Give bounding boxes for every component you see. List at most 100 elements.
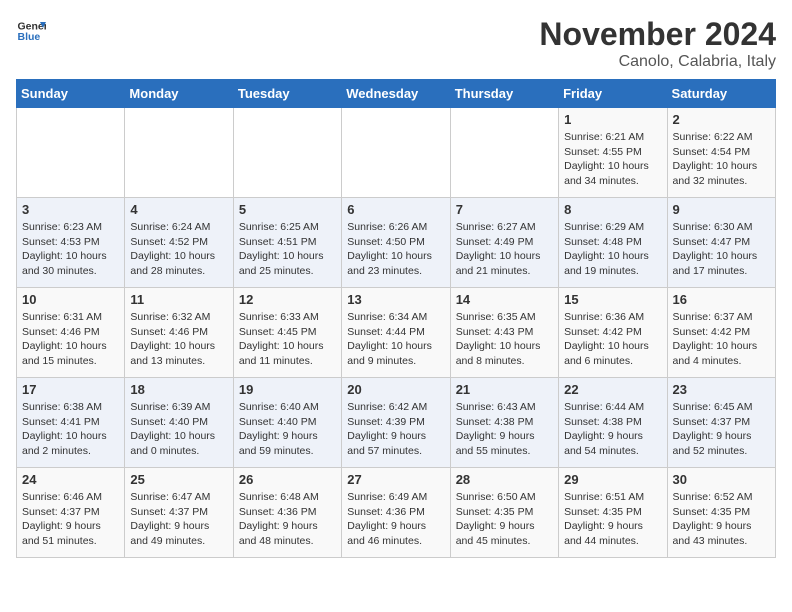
day-cell: 16 Sunrise: 6:37 AM Sunset: 4:42 PM Dayli… [667, 288, 775, 378]
day-number: 7 [456, 202, 553, 217]
header: General Blue November 2024 Canolo, Calab… [16, 16, 776, 71]
day-cell: 7 Sunrise: 6:27 AM Sunset: 4:49 PM Daylig… [450, 198, 558, 288]
weekday-header-tuesday: Tuesday [233, 80, 341, 108]
day-number: 23 [673, 382, 770, 397]
day-cell [125, 108, 233, 198]
day-number: 6 [347, 202, 444, 217]
day-number: 12 [239, 292, 336, 307]
day-cell: 19 Sunrise: 6:40 AM Sunset: 4:40 PM Dayli… [233, 378, 341, 468]
day-info: Sunrise: 6:33 AM Sunset: 4:45 PM Dayligh… [239, 310, 336, 369]
main-title: November 2024 [539, 16, 776, 53]
day-number: 15 [564, 292, 661, 307]
week-row-5: 24 Sunrise: 6:46 AM Sunset: 4:37 PM Dayli… [17, 468, 776, 558]
day-number: 22 [564, 382, 661, 397]
day-number: 14 [456, 292, 553, 307]
weekday-header-monday: Monday [125, 80, 233, 108]
day-number: 1 [564, 112, 661, 127]
day-number: 17 [22, 382, 119, 397]
day-info: Sunrise: 6:48 AM Sunset: 4:36 PM Dayligh… [239, 490, 336, 549]
day-number: 8 [564, 202, 661, 217]
day-cell: 15 Sunrise: 6:36 AM Sunset: 4:42 PM Dayli… [559, 288, 667, 378]
day-info: Sunrise: 6:25 AM Sunset: 4:51 PM Dayligh… [239, 220, 336, 279]
day-cell: 18 Sunrise: 6:39 AM Sunset: 4:40 PM Dayli… [125, 378, 233, 468]
day-cell: 9 Sunrise: 6:30 AM Sunset: 4:47 PM Daylig… [667, 198, 775, 288]
week-row-3: 10 Sunrise: 6:31 AM Sunset: 4:46 PM Dayli… [17, 288, 776, 378]
day-cell: 13 Sunrise: 6:34 AM Sunset: 4:44 PM Dayli… [342, 288, 450, 378]
day-cell: 29 Sunrise: 6:51 AM Sunset: 4:35 PM Dayli… [559, 468, 667, 558]
day-info: Sunrise: 6:42 AM Sunset: 4:39 PM Dayligh… [347, 400, 444, 459]
day-number: 29 [564, 472, 661, 487]
day-info: Sunrise: 6:37 AM Sunset: 4:42 PM Dayligh… [673, 310, 770, 369]
day-cell: 8 Sunrise: 6:29 AM Sunset: 4:48 PM Daylig… [559, 198, 667, 288]
day-number: 13 [347, 292, 444, 307]
day-info: Sunrise: 6:43 AM Sunset: 4:38 PM Dayligh… [456, 400, 553, 459]
day-info: Sunrise: 6:40 AM Sunset: 4:40 PM Dayligh… [239, 400, 336, 459]
day-cell: 5 Sunrise: 6:25 AM Sunset: 4:51 PM Daylig… [233, 198, 341, 288]
week-row-4: 17 Sunrise: 6:38 AM Sunset: 4:41 PM Dayli… [17, 378, 776, 468]
day-info: Sunrise: 6:36 AM Sunset: 4:42 PM Dayligh… [564, 310, 661, 369]
weekday-header-saturday: Saturday [667, 80, 775, 108]
day-cell: 25 Sunrise: 6:47 AM Sunset: 4:37 PM Dayli… [125, 468, 233, 558]
day-cell: 21 Sunrise: 6:43 AM Sunset: 4:38 PM Dayli… [450, 378, 558, 468]
day-cell: 23 Sunrise: 6:45 AM Sunset: 4:37 PM Dayli… [667, 378, 775, 468]
day-cell [342, 108, 450, 198]
day-number: 16 [673, 292, 770, 307]
day-number: 27 [347, 472, 444, 487]
day-info: Sunrise: 6:51 AM Sunset: 4:35 PM Dayligh… [564, 490, 661, 549]
day-cell: 20 Sunrise: 6:42 AM Sunset: 4:39 PM Dayli… [342, 378, 450, 468]
day-info: Sunrise: 6:27 AM Sunset: 4:49 PM Dayligh… [456, 220, 553, 279]
day-number: 10 [22, 292, 119, 307]
day-cell: 4Sunrise: 6:24 AM Sunset: 4:52 PM Daylig… [125, 198, 233, 288]
day-number: 19 [239, 382, 336, 397]
day-number: 4 [130, 202, 227, 217]
day-info: Sunrise: 6:49 AM Sunset: 4:36 PM Dayligh… [347, 490, 444, 549]
day-number: 2 [673, 112, 770, 127]
weekday-header-friday: Friday [559, 80, 667, 108]
day-number: 18 [130, 382, 227, 397]
day-number: 28 [456, 472, 553, 487]
day-info: Sunrise: 6:31 AM Sunset: 4:46 PM Dayligh… [22, 310, 119, 369]
day-cell: 27 Sunrise: 6:49 AM Sunset: 4:36 PM Dayli… [342, 468, 450, 558]
day-info: Sunrise: 6:32 AM Sunset: 4:46 PM Dayligh… [130, 310, 227, 369]
logo-icon: General Blue [16, 16, 46, 46]
day-number: 9 [673, 202, 770, 217]
svg-text:Blue: Blue [18, 31, 41, 43]
day-info: Sunrise: 6:39 AM Sunset: 4:40 PM Dayligh… [130, 400, 227, 459]
day-info: Sunrise: 6:35 AM Sunset: 4:43 PM Dayligh… [456, 310, 553, 369]
day-info: Sunrise: 6:30 AM Sunset: 4:47 PM Dayligh… [673, 220, 770, 279]
day-number: 26 [239, 472, 336, 487]
subtitle: Canolo, Calabria, Italy [539, 53, 776, 71]
day-info: Sunrise: 6:44 AM Sunset: 4:38 PM Dayligh… [564, 400, 661, 459]
day-number: 20 [347, 382, 444, 397]
day-number: 25 [130, 472, 227, 487]
day-cell [450, 108, 558, 198]
day-info: Sunrise: 6:23 AM Sunset: 4:53 PM Dayligh… [22, 220, 119, 279]
day-cell: 3 Sunrise: 6:23 AM Sunset: 4:53 PM Daylig… [17, 198, 125, 288]
day-number: 21 [456, 382, 553, 397]
day-cell: 30Sunrise: 6:52 AM Sunset: 4:35 PM Dayli… [667, 468, 775, 558]
day-info: Sunrise: 6:46 AM Sunset: 4:37 PM Dayligh… [22, 490, 119, 549]
day-cell [17, 108, 125, 198]
day-number: 5 [239, 202, 336, 217]
day-info: Sunrise: 6:34 AM Sunset: 4:44 PM Dayligh… [347, 310, 444, 369]
day-info: Sunrise: 6:26 AM Sunset: 4:50 PM Dayligh… [347, 220, 444, 279]
day-cell: 2Sunrise: 6:22 AM Sunset: 4:54 PM Daylig… [667, 108, 775, 198]
day-number: 3 [22, 202, 119, 217]
logo: General Blue [16, 16, 46, 46]
day-cell: 10 Sunrise: 6:31 AM Sunset: 4:46 PM Dayli… [17, 288, 125, 378]
weekday-header-thursday: Thursday [450, 80, 558, 108]
day-number: 24 [22, 472, 119, 487]
day-cell [233, 108, 341, 198]
day-info: Sunrise: 6:21 AM Sunset: 4:55 PM Dayligh… [564, 130, 661, 189]
day-cell: 17 Sunrise: 6:38 AM Sunset: 4:41 PM Dayli… [17, 378, 125, 468]
day-info: Sunrise: 6:29 AM Sunset: 4:48 PM Dayligh… [564, 220, 661, 279]
title-block: November 2024 Canolo, Calabria, Italy [539, 16, 776, 71]
day-cell: 26 Sunrise: 6:48 AM Sunset: 4:36 PM Dayli… [233, 468, 341, 558]
day-number: 11 [130, 292, 227, 307]
day-info: Sunrise: 6:47 AM Sunset: 4:37 PM Dayligh… [130, 490, 227, 549]
day-info: Sunrise: 6:38 AM Sunset: 4:41 PM Dayligh… [22, 400, 119, 459]
day-cell: 28Sunrise: 6:50 AM Sunset: 4:35 PM Dayli… [450, 468, 558, 558]
day-cell: 22 Sunrise: 6:44 AM Sunset: 4:38 PM Dayli… [559, 378, 667, 468]
calendar-table: SundayMondayTuesdayWednesdayThursdayFrid… [16, 79, 776, 558]
day-info: Sunrise: 6:45 AM Sunset: 4:37 PM Dayligh… [673, 400, 770, 459]
